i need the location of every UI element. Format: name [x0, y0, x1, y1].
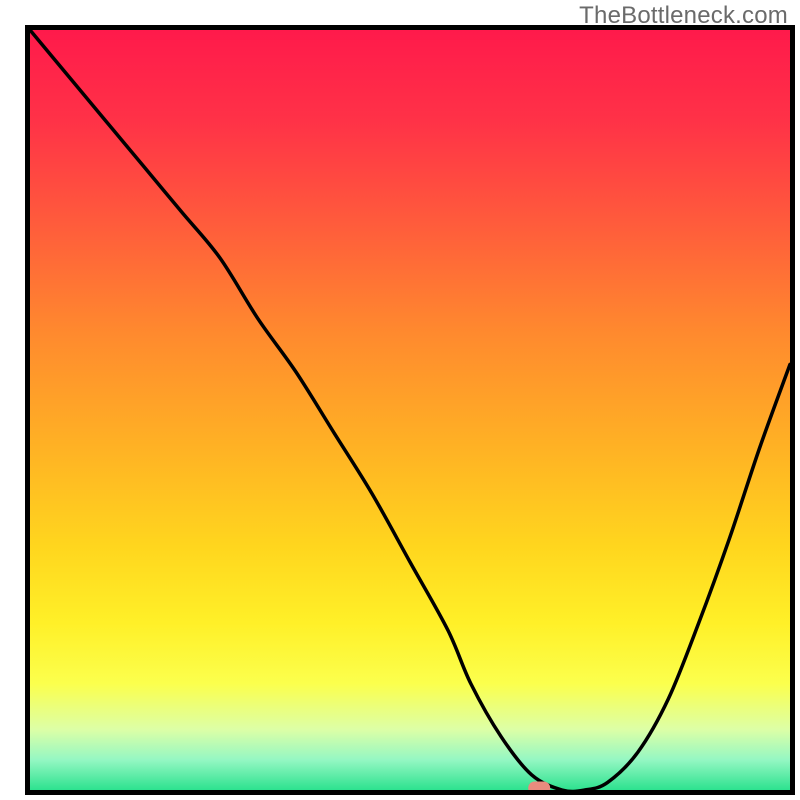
bottleneck-chart	[0, 0, 800, 800]
chart-container: TheBottleneck.com	[0, 0, 800, 800]
plot-background	[30, 30, 790, 790]
watermark-text: TheBottleneck.com	[579, 2, 788, 30]
